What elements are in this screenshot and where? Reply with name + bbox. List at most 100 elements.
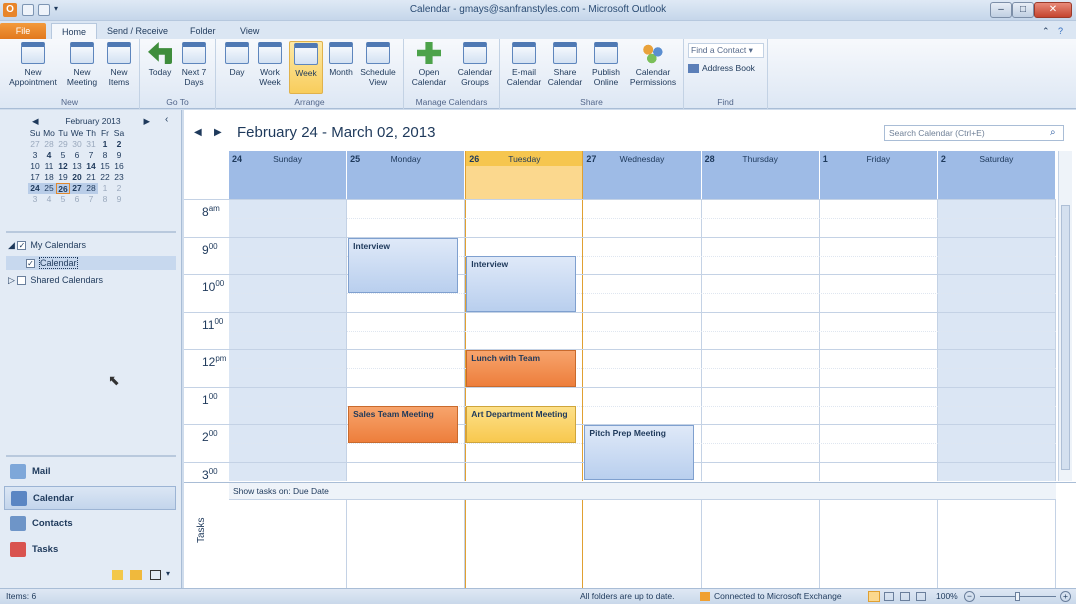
minical-day[interactable]: 23	[112, 172, 126, 183]
tasks-nav-button[interactable]: Tasks	[4, 538, 176, 562]
minical-day[interactable]: 5	[56, 194, 70, 205]
minical-day[interactable]: 7	[84, 150, 98, 161]
work-week-view-button[interactable]: Work Week	[254, 41, 286, 87]
next-7-days-button[interactable]: Next 7 Days	[178, 41, 210, 87]
day-header-wednesday[interactable]: 27 Wednesday	[583, 151, 702, 199]
zoom-in-icon[interactable]: +	[1060, 591, 1071, 602]
minical-day[interactable]: 2	[112, 183, 126, 194]
publish-online-button[interactable]: Publish Online	[586, 41, 626, 87]
help-icon[interactable]: ?	[1058, 23, 1063, 40]
normal-view-icon[interactable]	[868, 591, 880, 602]
minical-day[interactable]: 13	[70, 161, 84, 172]
minical-day[interactable]: 6	[70, 150, 84, 161]
next-month-icon[interactable]: ▶	[143, 116, 150, 127]
zoom-slider-thumb[interactable]	[1015, 592, 1020, 601]
my-calendars-group[interactable]: ◢ ✓ My Calendars	[8, 240, 86, 251]
minical-day[interactable]: 30	[70, 139, 84, 150]
appointment[interactable]: Sales Team Meeting	[348, 406, 458, 443]
tab-send-receive[interactable]: Send / Receive	[97, 23, 178, 40]
scroll-thumb[interactable]	[1061, 205, 1070, 470]
minimize-button[interactable]: –	[990, 2, 1012, 18]
tasks-day-cell[interactable]	[465, 500, 584, 589]
tasks-day-cell[interactable]	[820, 500, 938, 589]
time-grid[interactable]: 8am 900 1000 1100 12pm 100 200 300 Interview Inte…	[184, 199, 1056, 481]
appointment[interactable]: Lunch with Team	[466, 350, 577, 387]
zoom-out-icon[interactable]: −	[964, 591, 975, 602]
collapse-nav-icon[interactable]: ‹	[165, 114, 168, 125]
day-view-status-icon[interactable]	[900, 592, 910, 601]
tasks-day-cell[interactable]	[229, 500, 348, 589]
day-header-monday[interactable]: 25 Monday	[347, 151, 466, 199]
minical-day[interactable]: 19	[56, 172, 70, 183]
calendar-checkbox[interactable]: ✓	[26, 259, 35, 269]
minimize-ribbon-icon[interactable]: ⌃	[1042, 23, 1050, 40]
vertical-scrollbar[interactable]	[1058, 151, 1072, 481]
minical-day[interactable]: 1	[98, 139, 112, 150]
day-header-tuesday[interactable]: 26 Tuesday	[465, 151, 584, 199]
minical-day[interactable]: 10	[28, 161, 42, 172]
minical-day[interactable]: 27	[28, 139, 42, 150]
minical-day[interactable]: 9	[112, 150, 126, 161]
tab-file[interactable]: File	[0, 23, 46, 40]
shortcuts-icon[interactable]	[150, 570, 161, 580]
shared-calendars-checkbox[interactable]	[17, 276, 27, 286]
share-calendar-button[interactable]: Share Calendar	[546, 41, 584, 87]
search-calendar-input[interactable]: Search Calendar (Ctrl+E)	[884, 125, 1064, 141]
minical-day[interactable]: 17	[28, 172, 42, 183]
minical-day[interactable]: 29	[56, 139, 70, 150]
minical-day[interactable]: 2	[112, 139, 126, 150]
minical-day[interactable]: 27	[70, 183, 84, 194]
minical-day[interactable]: 7	[84, 194, 98, 205]
prev-month-icon[interactable]: ◀	[32, 116, 39, 127]
notes-icon[interactable]	[112, 570, 123, 580]
tasks-day-cell[interactable]	[583, 500, 702, 589]
tasks-day-cell[interactable]	[702, 500, 820, 589]
day-header-friday[interactable]: 1 Friday	[820, 151, 938, 199]
minical-day[interactable]: 28	[84, 183, 98, 194]
my-calendars-checkbox[interactable]: ✓	[17, 241, 27, 251]
minical-day[interactable]: 8	[98, 194, 112, 205]
minical-day[interactable]: 18	[42, 172, 56, 183]
configure-buttons-icon[interactable]: ▾	[166, 569, 170, 578]
minical-day[interactable]: 14	[84, 161, 98, 172]
new-items-button[interactable]: New Items	[104, 41, 134, 87]
minical-day[interactable]: 25	[42, 183, 56, 194]
schedule-view-button[interactable]: Schedule View	[358, 41, 398, 87]
minical-day[interactable]: 22	[98, 172, 112, 183]
tasks-due-date-bar[interactable]: Show tasks on: Due Date	[229, 483, 1056, 500]
maximize-button[interactable]: □	[1012, 2, 1034, 18]
minical-day[interactable]: 31	[84, 139, 98, 150]
day-header-thursday[interactable]: 28 Thursday	[702, 151, 820, 199]
minical-day[interactable]: 9	[112, 194, 126, 205]
day-header-saturday[interactable]: 2 Saturday	[938, 151, 1056, 199]
minical-day[interactable]: 16	[112, 161, 126, 172]
minical-day[interactable]: 12	[56, 161, 70, 172]
calendar-groups-button[interactable]: Calendar Groups	[454, 41, 496, 87]
month-view-button[interactable]: Month	[324, 41, 358, 77]
find-contact-box[interactable]: Find a Contact ▾	[688, 43, 764, 58]
minical-day[interactable]: 4	[42, 150, 56, 161]
appointment[interactable]: Art Department Meeting	[466, 406, 577, 443]
folder-list-icon[interactable]	[130, 570, 142, 580]
today-button[interactable]: Today	[144, 41, 176, 77]
appointment[interactable]: Interview	[466, 256, 577, 312]
contacts-nav-button[interactable]: Contacts	[4, 512, 176, 536]
tab-home[interactable]: Home	[51, 23, 98, 40]
minical-day[interactable]: 24	[28, 183, 42, 194]
email-calendar-button[interactable]: E-mail Calendar	[504, 41, 544, 87]
week-view-button[interactable]: Week	[289, 41, 323, 94]
calendar-nav-button[interactable]: Calendar	[4, 486, 176, 510]
minical-day[interactable]: 6	[70, 194, 84, 205]
minical-day[interactable]: 26	[56, 183, 70, 194]
tasks-day-cell[interactable]	[347, 500, 466, 589]
minical-day[interactable]: 3	[28, 150, 42, 161]
reading-view-icon[interactable]	[884, 592, 894, 601]
minical-day[interactable]: 20	[70, 172, 84, 183]
tab-view[interactable]: View	[230, 23, 269, 40]
new-appointment-button[interactable]: New Appointment	[4, 41, 62, 87]
open-calendar-button[interactable]: Open Calendar	[408, 41, 450, 87]
minical-day[interactable]: 5	[56, 150, 70, 161]
day-view-button[interactable]: Day	[222, 41, 252, 77]
minical-day[interactable]: 4	[42, 194, 56, 205]
minical-day[interactable]: 8	[98, 150, 112, 161]
